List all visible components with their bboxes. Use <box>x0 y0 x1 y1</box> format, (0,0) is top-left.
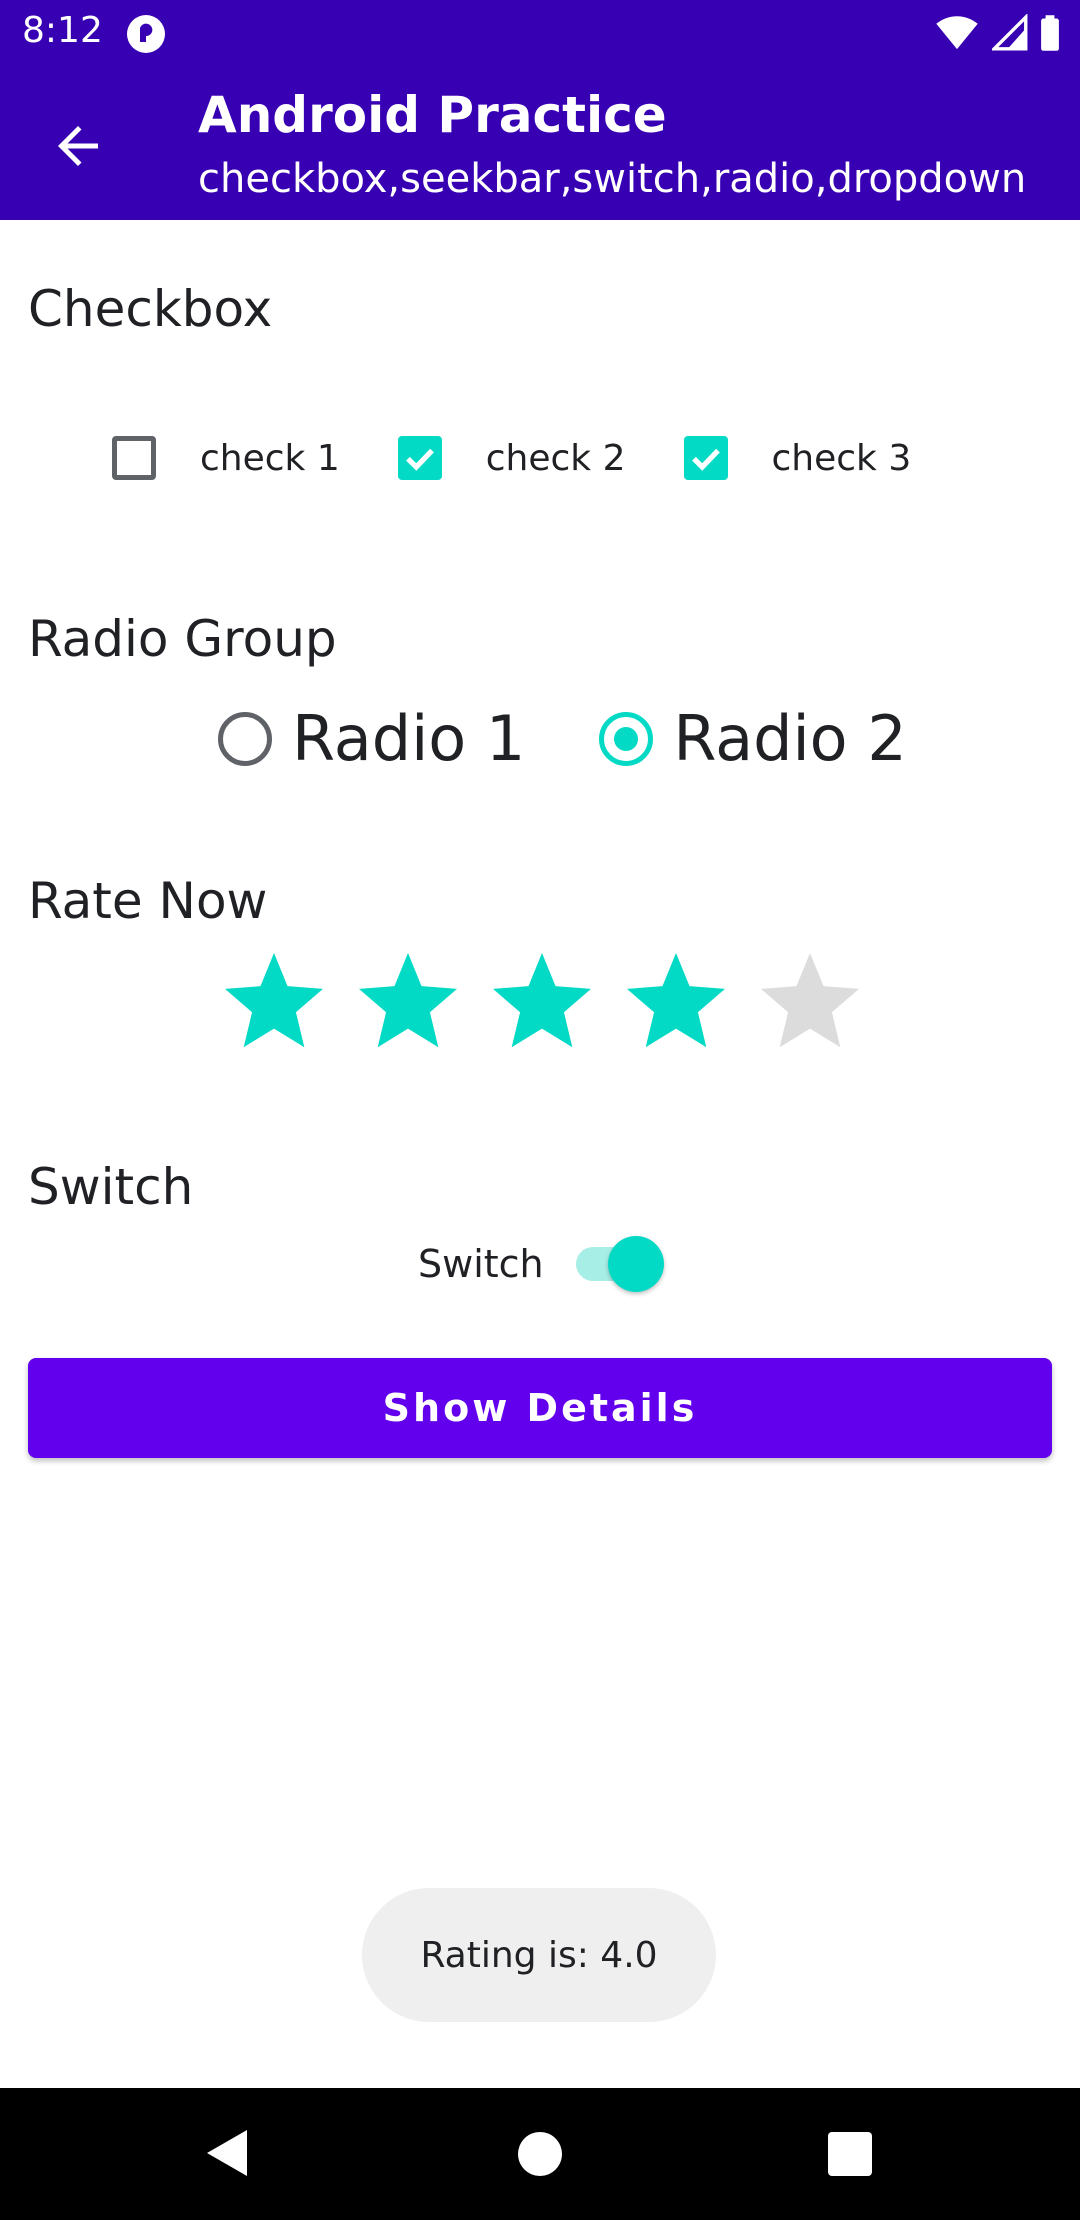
rating-bar[interactable] <box>218 946 866 1058</box>
navigation-bar <box>0 2088 1080 2220</box>
star-filled-icon[interactable] <box>218 946 330 1058</box>
radio-checked-icon <box>599 711 654 766</box>
back-button[interactable] <box>48 116 108 176</box>
switch-row: Switch <box>418 1236 664 1292</box>
status-bar: 8:12 <box>0 0 1080 68</box>
checkbox-checked-icon <box>397 436 442 480</box>
checkbox-label: check 3 <box>771 437 912 479</box>
arrow-back-icon <box>58 126 98 166</box>
star-filled-icon[interactable] <box>352 946 464 1058</box>
checkbox-unchecked-icon <box>112 436 156 480</box>
switch-toggle[interactable] <box>575 1236 664 1292</box>
nav-recent-apps-icon[interactable] <box>828 2132 872 2176</box>
nav-back-icon[interactable] <box>205 2128 249 2178</box>
app-notification-icon <box>127 15 165 53</box>
checkbox-row: check 1 check 2 check 3 <box>112 436 969 480</box>
checkbox-check-2[interactable]: check 2 <box>397 436 626 480</box>
battery-icon <box>1041 15 1059 51</box>
checkbox-checked-icon <box>683 436 728 480</box>
toast-message: Rating is: 4.0 <box>362 1888 716 2022</box>
star-filled-icon[interactable] <box>486 946 598 1058</box>
star-empty-icon[interactable] <box>754 946 866 1058</box>
radio-label: Radio 1 <box>292 702 526 775</box>
radio-unchecked-icon <box>218 711 272 766</box>
checkbox-check-1[interactable]: check 1 <box>112 436 340 480</box>
show-details-button[interactable]: Show Details <box>28 1358 1052 1458</box>
radio-1[interactable]: Radio 1 <box>218 702 525 775</box>
switch-section-title: Switch <box>28 1158 194 1216</box>
status-icons <box>934 14 1060 52</box>
switch-label: Switch <box>418 1242 544 1286</box>
radio-label: Radio 2 <box>673 702 907 775</box>
rating-section-title: Rate Now <box>28 872 268 930</box>
signal-icon <box>992 14 1028 51</box>
app-title: Android Practice <box>198 86 667 144</box>
radio-group: Radio 1 Radio 2 <box>218 702 981 775</box>
wifi-icon <box>936 16 978 50</box>
checkbox-label: check 1 <box>200 437 340 479</box>
status-time: 8:12 <box>22 10 103 51</box>
nav-home-icon[interactable] <box>518 2132 562 2176</box>
star-filled-icon[interactable] <box>620 946 732 1058</box>
checkbox-label: check 2 <box>485 437 626 479</box>
switch-thumb <box>607 1236 664 1292</box>
app-bar: Android Practice checkbox,seekbar,switch… <box>0 68 1080 220</box>
radio-section-title: Radio Group <box>28 610 337 668</box>
radio-2[interactable]: Radio 2 <box>599 702 907 775</box>
checkbox-section-title: Checkbox <box>28 280 273 338</box>
app-subtitle: checkbox,seekbar,switch,radio,dropdown <box>198 156 1027 202</box>
checkbox-check-3[interactable]: check 3 <box>683 436 912 480</box>
